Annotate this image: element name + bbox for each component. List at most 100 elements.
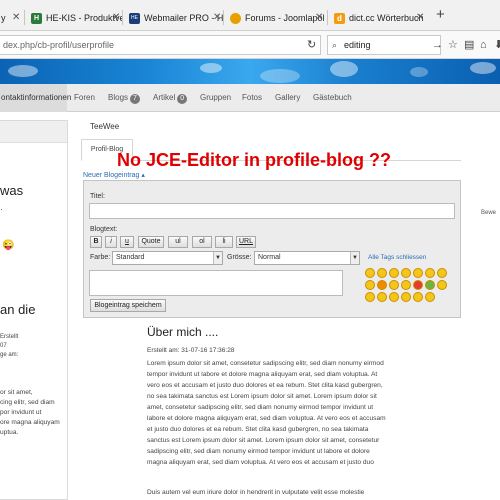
tab-label: Gallery [275, 93, 301, 102]
tab-blogs[interactable]: Blogs 7 [108, 84, 140, 112]
browser-tab[interactable]: d dict.cc Wörterbuch :: editi... [328, 5, 424, 31]
quote-button[interactable]: Quote [138, 236, 164, 248]
size-select-value: Normal [258, 254, 281, 261]
smiley-icon: 😜 [2, 240, 15, 251]
ordered-list-button[interactable]: ol [192, 236, 212, 248]
tab-gallery[interactable]: Gallery [275, 84, 300, 112]
count-badge: 7 [130, 94, 140, 104]
sidebar-text: or sit amet, [0, 389, 33, 396]
annotation-headline: No JCE-Editor in profile-blog ?? [117, 150, 391, 170]
color-select[interactable]: Standard ▼ [112, 251, 223, 265]
tab-guestbook[interactable]: Gästebuch [313, 84, 352, 112]
browser-tab[interactable]: y [0, 5, 8, 31]
reload-icon[interactable]: ↻ [307, 39, 316, 51]
tab-label: Artikel [153, 93, 176, 102]
search-input[interactable]: ⌕ editing [327, 35, 441, 55]
smiley-icon[interactable] [437, 280, 447, 290]
tab-label: Blogs [108, 93, 129, 102]
tab-articles[interactable]: Artikel 0 [153, 84, 188, 112]
smiley-icon[interactable] [365, 280, 375, 290]
close-icon[interactable]: ✕ [213, 12, 221, 23]
profile-tab-bar: ontaktinformationen Foren Blogs 7 Artikel… [0, 84, 500, 112]
smiley-icon[interactable] [425, 280, 435, 290]
home-icon[interactable]: ⌂ [480, 39, 487, 51]
tab-label: Gästebuch [313, 93, 352, 102]
tab-title: Forums - Joomlapolis For... [245, 13, 324, 23]
smiley-icon[interactable] [389, 292, 399, 302]
color-label: Farbe: [90, 254, 111, 261]
browser-tab[interactable]: HE Webmailer PRO - Host Eur... [123, 5, 223, 31]
sidebar-text: · [0, 205, 3, 214]
smiley-icon[interactable] [413, 292, 423, 302]
blogtext-textarea[interactable] [89, 270, 343, 296]
title-input[interactable] [89, 203, 455, 219]
smiley-icon[interactable] [401, 268, 411, 278]
list-item-button[interactable]: li [215, 236, 233, 248]
italic-button[interactable]: i [105, 236, 117, 248]
about-paragraph: Lorem ipsum dolor sit amet, consetetur s… [147, 360, 386, 466]
close-icon[interactable]: ✕ [12, 12, 20, 23]
bookmark-star-icon[interactable]: ☆ [448, 39, 458, 51]
smiley-icon[interactable] [365, 268, 375, 278]
smiley-icon[interactable] [377, 292, 387, 302]
header-banner-image [0, 59, 500, 84]
search-value: editing [344, 40, 371, 50]
tab-label: Gruppen [200, 93, 232, 102]
color-select-value: Standard [116, 254, 145, 261]
smiley-icon[interactable] [425, 268, 435, 278]
unordered-list-button[interactable]: ul [168, 236, 188, 248]
bold-button[interactable]: B [90, 236, 102, 248]
close-all-tags-link[interactable]: Alle Tags schliessen [368, 254, 426, 261]
count-badge: 0 [177, 94, 188, 104]
smiley-icon[interactable] [401, 292, 411, 302]
tab-title: y [1, 13, 6, 23]
smiley-icon[interactable] [365, 292, 375, 302]
smiley-icon[interactable] [377, 268, 387, 278]
close-icon[interactable]: ✕ [315, 12, 323, 23]
sidebar-text: ore magna aliquyam [0, 419, 60, 426]
browser-tab[interactable]: H HE-KIS - Produktverwaltu... [25, 5, 123, 31]
browser-tab[interactable]: Forums - Joomlapolis For... [224, 5, 324, 31]
smiley-icon[interactable] [413, 268, 423, 278]
created-date: Erstellt am: 31-07-16 17:36:28 [147, 347, 235, 354]
smiley-icon[interactable] [425, 292, 435, 302]
sidebar-text: 07 [0, 343, 7, 349]
close-icon[interactable]: ✕ [416, 12, 424, 23]
tab-title: Webmailer PRO - Host Eur... [144, 13, 223, 23]
download-icon[interactable]: ⬇ [494, 39, 500, 51]
url-field[interactable]: dex.php/cb-profil/userprofile [0, 35, 321, 55]
profile-username: TeeWee [90, 122, 120, 131]
search-go-icon[interactable]: → [432, 39, 443, 51]
url-button[interactable]: URL [236, 236, 256, 248]
search-icon: ⌕ [332, 40, 338, 50]
sidebar-text: cing elitr, sed diam [0, 399, 55, 406]
save-blog-entry-button[interactable]: Blogeintrag speichem [90, 299, 166, 312]
tab-label: ontaktinformationen [1, 93, 72, 102]
tab-label: Foren [74, 93, 95, 102]
smiley-icon[interactable] [437, 268, 447, 278]
joomlapolis-favicon-icon [230, 12, 241, 24]
bookmarks-list-icon[interactable]: ▤ [464, 39, 474, 51]
sidebar-text: was [0, 183, 24, 198]
tab-photos[interactable]: Fotos [242, 84, 262, 112]
dictcc-favicon-icon: d [334, 12, 345, 24]
size-select[interactable]: Normal ▼ [254, 251, 360, 265]
tab-forums[interactable]: Foren [74, 84, 95, 112]
new-blog-entry-link[interactable]: Neuer Blogeintrag ▴ [83, 171, 145, 179]
tab-groups[interactable]: Gruppen [200, 84, 231, 112]
new-tab-button[interactable]: + [436, 6, 445, 23]
sidebar-text: Erstellt [0, 334, 19, 340]
underline-button[interactable]: u [120, 236, 134, 248]
smiley-icon[interactable] [389, 268, 399, 278]
smiley-icon[interactable] [389, 280, 399, 290]
hekis-favicon-icon: H [31, 12, 42, 24]
smiley-icon[interactable] [377, 280, 387, 290]
smiley-icon[interactable] [401, 280, 411, 290]
smiley-icon[interactable] [413, 280, 423, 290]
title-label: Titel: [90, 193, 105, 200]
webmailer-favicon-icon: HE [129, 12, 140, 24]
chevron-down-icon: ▼ [350, 252, 359, 264]
tab-contact-info[interactable]: ontaktinformationen [0, 84, 71, 112]
close-icon[interactable]: ✕ [112, 12, 120, 23]
sidebar-text: por invidunt ut [0, 409, 42, 416]
